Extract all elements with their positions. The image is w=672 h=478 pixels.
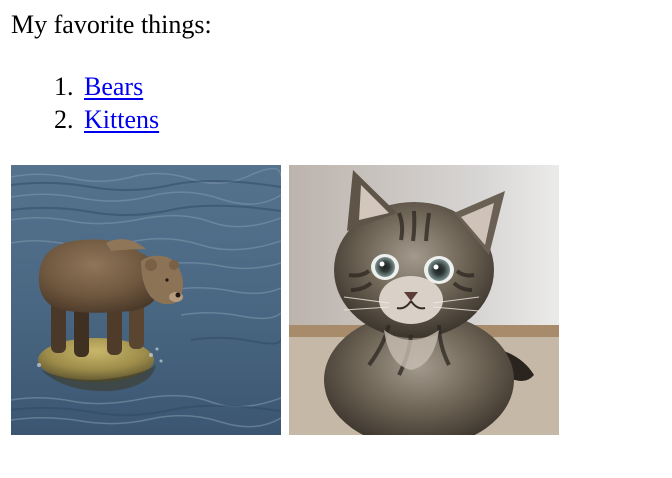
kittens-link[interactable]: Kittens: [84, 103, 159, 136]
list-number: 2.: [54, 105, 74, 134]
bear-photo: [11, 165, 281, 435]
list-number: 1.: [54, 72, 74, 101]
bears-link[interactable]: Bears: [84, 70, 143, 103]
kitten-photo: [289, 165, 559, 435]
image-gallery: [11, 165, 571, 435]
bear-image: [11, 165, 281, 435]
kitten-image: [289, 165, 559, 435]
page-heading: My favorite things:: [11, 10, 212, 39]
